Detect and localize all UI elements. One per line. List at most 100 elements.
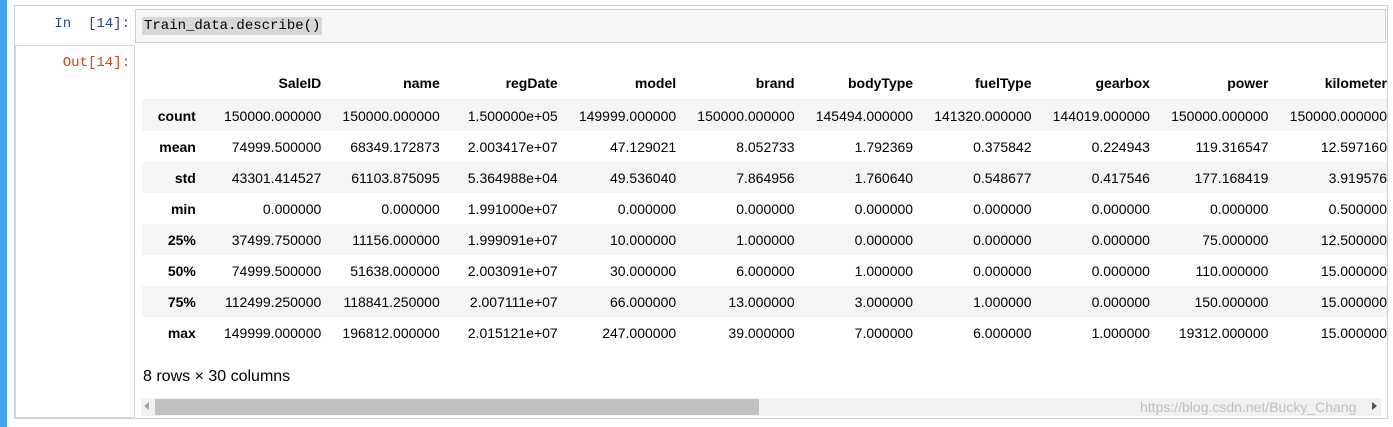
table-cell: 49.536040 — [609, 169, 677, 186]
table-cell: 0.000000 — [973, 262, 1032, 279]
table-cell: 7.000000 — [854, 324, 914, 341]
table-cell: 119.316547 — [1195, 138, 1269, 155]
column-header: name — [321, 67, 440, 100]
table-cell: 75.000000 — [1202, 231, 1269, 248]
column-header: SaleID — [202, 67, 322, 100]
table-cell: 2.007111e+07 — [469, 293, 558, 310]
column-header: kilometer — [1268, 67, 1387, 100]
column-header: fuelType — [913, 67, 1032, 100]
table-cell: 118841.250000 — [343, 293, 440, 310]
table-cell: 15.000000 — [1320, 293, 1387, 310]
table-cell: 1.000000 — [1091, 324, 1150, 341]
table-cell: 0.000000 — [736, 200, 795, 217]
table-cell: 196812.000000 — [342, 324, 440, 341]
table-cell: 5.364988e+04 — [467, 169, 558, 186]
table-cell: 15.000000 — [1320, 324, 1387, 341]
table-cell: 150000.000000 — [223, 107, 322, 124]
table-cell: 144019.000000 — [1052, 107, 1150, 124]
table-cell: 0.375842 — [973, 138, 1032, 155]
column-header: regDate — [439, 67, 558, 100]
row-label: min — [170, 200, 196, 217]
table-cell: 43301.414527 — [231, 169, 322, 186]
scroll-left-arrow-icon[interactable] — [144, 402, 149, 410]
table-cell: 74999.500000 — [231, 138, 322, 155]
table-cell: 112499.250000 — [225, 293, 322, 310]
table-cell: 11156.000000 — [352, 231, 440, 248]
table-cell: 39.000000 — [728, 324, 795, 341]
table-cell: 61103.875095 — [351, 169, 440, 186]
row-label: 75% — [167, 293, 196, 310]
table-row: min 0.000000 0.000000 1.991000e+07 0.000… — [142, 193, 1387, 224]
column-header: gearbox — [1031, 67, 1150, 100]
table-cell: 2.003091e+07 — [467, 262, 558, 279]
table-cell: 150000.000000 — [342, 107, 440, 124]
table-cell: 150.000000 — [1194, 293, 1269, 310]
table-cell: 6.000000 — [973, 324, 1032, 341]
table-cell: 150000.000000 — [697, 107, 795, 124]
output-area: SaleID name regDate model brand bodyType… — [135, 45, 1387, 418]
table-cell: 74999.500000 — [231, 262, 322, 279]
table-row: 50% 74999.500000 51638.000000 2.003091e+… — [142, 255, 1387, 286]
table-cell: 1.760640 — [854, 169, 914, 186]
table-cell: 66.000000 — [609, 293, 677, 310]
table-row: max 149999.000000 196812.000000 2.015121… — [142, 317, 1387, 348]
table-cell: 0.000000 — [1091, 200, 1150, 217]
table-row: count 150000.000000 150000.000000 1.5000… — [142, 99, 1387, 131]
table-cell: 0.417546 — [1091, 169, 1150, 186]
table-cell: 37499.750000 — [231, 231, 322, 248]
column-header: power — [1149, 67, 1269, 100]
table-cell: 149999.000000 — [223, 324, 322, 341]
table-cell: 51638.000000 — [350, 262, 440, 279]
table-cell: 1.000000 — [973, 293, 1032, 310]
table-cell: 8.052733 — [736, 138, 795, 155]
table-cell: 7.864956 — [736, 169, 795, 186]
table-cell: 3.000000 — [854, 293, 914, 310]
table-cell: 0.000000 — [973, 200, 1032, 217]
scroll-right-arrow-icon[interactable] — [1372, 402, 1377, 410]
watermark-text: https://blog.csdn.net/Bucky_Chang — [1140, 399, 1357, 415]
row-label: mean — [159, 138, 196, 155]
table-cell: 0.000000 — [854, 200, 914, 217]
code-input-area[interactable]: Train_data.describe() — [135, 9, 1386, 43]
dataframe-table: SaleID name regDate model brand bodyType… — [142, 67, 1387, 348]
table-cell: 0.000000 — [262, 200, 322, 217]
table-cell: 141320.000000 — [934, 107, 1032, 124]
table-row: mean 74999.500000 68349.172873 2.003417e… — [142, 131, 1387, 162]
table-cell: 0.548677 — [973, 169, 1032, 186]
table-cell: 12.597160 — [1320, 138, 1387, 155]
table-cell: 0.000000 — [1091, 262, 1150, 279]
row-label: 50% — [167, 262, 196, 279]
column-header: bodyType — [794, 67, 914, 100]
column-header: brand — [676, 67, 795, 100]
table-cell: 0.000000 — [1091, 293, 1150, 310]
table-cell: 6.000000 — [736, 262, 795, 279]
table-cell: 145494.000000 — [815, 107, 914, 124]
table-cell: 47.129021 — [609, 138, 677, 155]
table-cell: 1.500000e+05 — [467, 107, 558, 124]
table-cell: 1.991000e+07 — [467, 200, 558, 217]
row-label: std — [174, 169, 196, 186]
table-cell: 19312.000000 — [1178, 324, 1269, 341]
table-row: std 43301.414527 61103.875095 5.364988e+… — [142, 162, 1387, 193]
table-cell: 150000.000000 — [1171, 107, 1269, 124]
table-cell: 0.500000 — [1328, 200, 1387, 217]
table-cell: 0.000000 — [1210, 200, 1269, 217]
table-cell: 12.500000 — [1320, 231, 1387, 248]
code-text[interactable]: Train_data.describe() — [142, 17, 323, 35]
table-cell: 3.919576 — [1328, 169, 1387, 186]
table-row: 25% 37499.750000 11156.000000 1.999091e+… — [142, 224, 1387, 255]
table-cell: 30.000000 — [609, 262, 677, 279]
table-cell: 0.000000 — [973, 231, 1032, 248]
table-header-row: SaleID name regDate model brand bodyType… — [142, 67, 1387, 100]
table-cell: 150000.000000 — [1289, 107, 1387, 124]
table-row: 75% 112499.250000 118841.250000 2.007111… — [142, 286, 1387, 317]
table-cell: 10.000000 — [609, 231, 677, 248]
row-label: 25% — [167, 231, 196, 248]
column-header: model — [557, 67, 677, 100]
table-cell: 1.792369 — [854, 138, 914, 155]
input-prompt: In [14]: — [54, 16, 130, 32]
table-cell: 0.224943 — [1091, 138, 1150, 155]
scrollbar-thumb[interactable] — [155, 399, 759, 415]
row-label: count — [157, 107, 196, 124]
output-gutter[interactable] — [15, 45, 135, 418]
